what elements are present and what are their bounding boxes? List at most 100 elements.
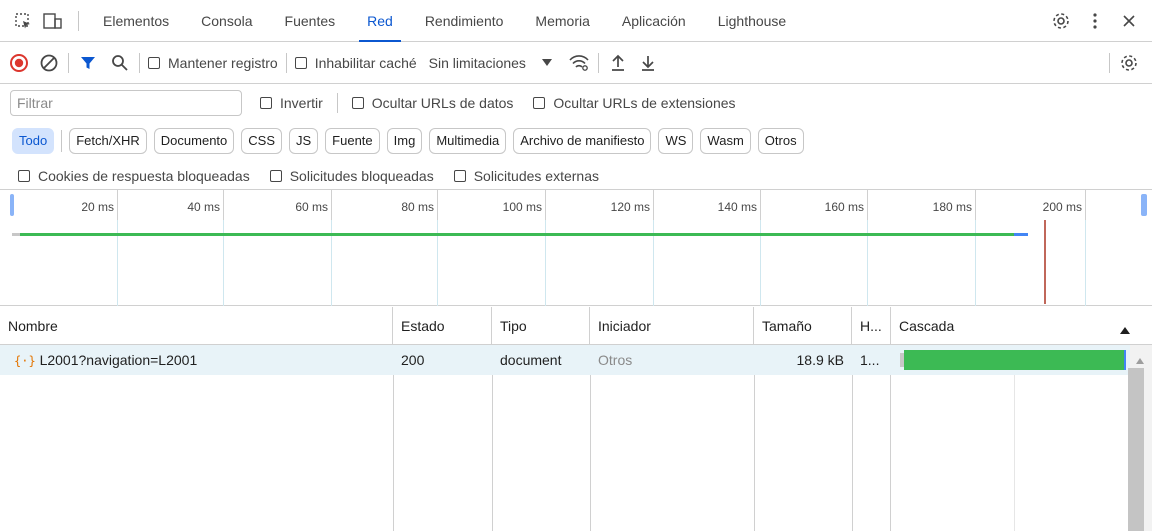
type-filter-ws[interactable]: WS: [658, 128, 694, 154]
third-party-box[interactable]: [453, 169, 466, 182]
hide-data-urls-box[interactable]: [351, 97, 364, 109]
tab-elementos[interactable]: Elementos: [87, 0, 185, 42]
export-har-icon[interactable]: [637, 52, 659, 74]
overview-tick-mark: [1085, 190, 1086, 220]
type-filter-multimedia[interactable]: Multimedia: [429, 128, 507, 154]
waterfall-end-bar: [1124, 350, 1126, 370]
third-party-checkbox[interactable]: Solicitudes externas: [453, 167, 599, 184]
type-filter-documento[interactable]: Documento: [153, 128, 235, 154]
col-size-header[interactable]: Tamaño: [754, 307, 852, 345]
request-name-cell[interactable]: {·} L2001?navigation=L2001: [6, 345, 393, 375]
tab-rendimiento[interactable]: Rendimiento: [409, 0, 520, 42]
type-filter-js[interactable]: JS: [289, 128, 319, 154]
preserve-log-checkbox[interactable]: Mantener registro: [148, 55, 278, 71]
disable-cache-checkbox[interactable]: Inhabilitar caché: [294, 54, 417, 71]
col-status-header[interactable]: Estado: [393, 307, 492, 345]
overview-tick-mark: [867, 190, 868, 220]
type-filter-otros[interactable]: Otros: [757, 128, 804, 154]
overview-tick-mark: [653, 190, 654, 220]
tab-fuentes[interactable]: Fuentes: [269, 0, 352, 42]
overview-tick-label: 40 ms: [187, 200, 220, 214]
type-filter-archivo-de-manifiesto[interactable]: Archivo de manifiesto: [513, 128, 652, 154]
network-conditions-icon[interactable]: [568, 52, 590, 74]
blocked-requests-label: Solicitudes bloqueadas: [289, 167, 434, 184]
overview-tick-label: 140 ms: [717, 200, 757, 214]
invert-checkbox[interactable]: Invertir: [260, 95, 323, 111]
hide-extension-urls-checkbox[interactable]: Ocultar URLs de extensiones: [533, 95, 736, 111]
tab-consola[interactable]: Consola: [185, 0, 268, 42]
network-toolbar: Mantener registro Inhabilitar caché Sin …: [0, 42, 1152, 84]
col-waterfall-header[interactable]: Cascada: [891, 307, 1111, 345]
hide-extension-urls-label: Ocultar URLs de extensiones: [553, 95, 736, 111]
tab-lighthouse[interactable]: Lighthouse: [702, 0, 803, 42]
filter-row: Invertir Ocultar URLs de datos Ocultar U…: [0, 84, 1152, 122]
overview-tick-mark: [223, 190, 224, 220]
clear-icon[interactable]: [38, 52, 60, 74]
network-settings-gear-icon[interactable]: [1118, 52, 1140, 74]
waterfall-download-bar: [904, 350, 1124, 370]
type-filter-fuente[interactable]: Fuente: [325, 128, 380, 154]
overview-tick-label: 60 ms: [295, 200, 328, 214]
col-initiator-header[interactable]: Iniciador: [590, 307, 754, 345]
col-name-header[interactable]: Nombre: [0, 307, 393, 345]
scrollbar-thumb[interactable]: [1128, 368, 1144, 531]
request-time: 1...: [860, 352, 880, 368]
disable-cache-box[interactable]: [294, 56, 307, 69]
type-filter-img[interactable]: Img: [386, 128, 423, 154]
overview-download-line: [20, 233, 1014, 236]
more-options-icon[interactable]: [1084, 10, 1106, 32]
network-overview[interactable]: 20 ms 40 ms 60 ms 80 ms 100 ms 120 ms 140 ms 16…: [0, 190, 1152, 306]
overview-tick-mark: [545, 190, 546, 220]
filter-funnel-icon[interactable]: [77, 52, 99, 74]
col-type-header[interactable]: Tipo: [492, 307, 590, 345]
blocked-cookies-label: Cookies de respuesta bloqueadas: [38, 167, 250, 184]
import-har-icon[interactable]: [607, 52, 629, 74]
load-event-marker: [1044, 220, 1046, 304]
third-party-label: Solicitudes externas: [473, 167, 599, 184]
sort-ascending-icon[interactable]: [1120, 321, 1130, 337]
invert-label: Invertir: [280, 95, 323, 111]
hide-data-urls-checkbox[interactable]: Ocultar URLs de datos: [351, 95, 513, 111]
requests-table-header: Nombre Estado Tipo Iniciador Tamaño H...…: [0, 307, 1152, 345]
inspect-element-icon[interactable]: [12, 10, 34, 32]
blocked-requests-box[interactable]: [269, 169, 282, 182]
close-devtools-icon[interactable]: [1118, 10, 1140, 32]
settings-gear-icon[interactable]: [1050, 10, 1072, 32]
overview-tick-label: 100 ms: [502, 200, 542, 214]
blocked-cookies-box[interactable]: [18, 169, 30, 182]
overview-right-handle[interactable]: [1141, 194, 1147, 216]
scroll-up-icon[interactable]: [1136, 351, 1144, 367]
overview-tick-label: 160 ms: [824, 200, 864, 214]
type-filter-css[interactable]: CSS: [241, 128, 282, 154]
tab-memoria[interactable]: Memoria: [519, 0, 605, 42]
type-filter-todo[interactable]: Todo: [12, 128, 55, 154]
overview-tick-mark: [975, 190, 976, 220]
blocked-filters-row: Cookies de respuesta bloqueadas Solicitu…: [0, 162, 1152, 190]
overview-tick-mark: [331, 190, 332, 220]
tab-aplicaci-n[interactable]: Aplicación: [606, 0, 702, 42]
overview-left-handle[interactable]: [10, 194, 14, 216]
throttling-select[interactable]: Sin limitaciones: [429, 52, 558, 74]
overview-tick-mark: [437, 190, 438, 220]
request-size: 18.9 kB: [796, 352, 844, 368]
record-stop-icon[interactable]: [8, 52, 30, 74]
tab-red[interactable]: Red: [351, 0, 409, 42]
overview-tick-label: 180 ms: [932, 200, 972, 214]
disable-cache-label: Inhabilitar caché: [314, 54, 417, 71]
col-time-header[interactable]: H...: [852, 307, 891, 345]
invert-box[interactable]: [260, 97, 272, 109]
request-initiator: Otros: [598, 352, 633, 368]
hide-extension-urls-box[interactable]: [533, 97, 546, 109]
dropdown-arrow-icon: [536, 52, 558, 74]
blocked-requests-checkbox[interactable]: Solicitudes bloqueadas: [269, 167, 434, 184]
filter-input[interactable]: [10, 90, 242, 116]
search-icon[interactable]: [109, 52, 131, 74]
device-toolbar-icon[interactable]: [42, 10, 64, 32]
overview-tick-mark: [760, 190, 761, 220]
type-filter-wasm[interactable]: Wasm: [700, 128, 751, 154]
table-row[interactable]: {·} L2001?navigation=L2001 200 document …: [0, 345, 1130, 375]
type-filter-fetch-xhr[interactable]: Fetch/XHR: [69, 128, 147, 154]
overview-tick-label: 200 ms: [1042, 200, 1082, 214]
preserve-log-box[interactable]: [148, 56, 160, 69]
blocked-cookies-checkbox[interactable]: Cookies de respuesta bloqueadas: [18, 168, 250, 184]
